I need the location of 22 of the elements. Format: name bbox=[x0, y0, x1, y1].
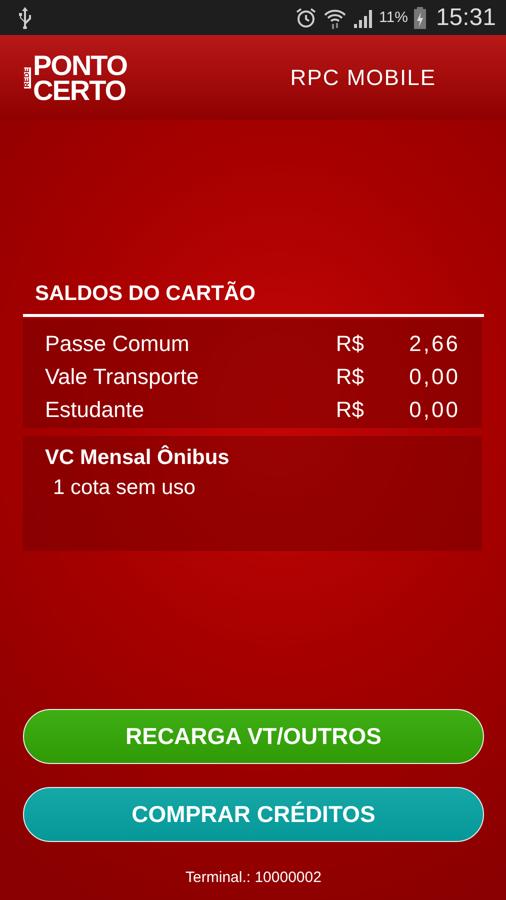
signal-icon bbox=[353, 8, 374, 28]
section-title: SALDOS DO CARTÃO bbox=[23, 282, 484, 317]
clock-time: 15:31 bbox=[436, 4, 496, 32]
balance-amount: 2,66 bbox=[408, 330, 460, 358]
balance-amount: 0,00 bbox=[408, 396, 460, 424]
pass-detail: 1 cota sem uso bbox=[52, 476, 196, 500]
alarm-clock-icon bbox=[295, 6, 318, 28]
app-title: RPC MOBILE bbox=[290, 64, 436, 90]
currency-label: R$ bbox=[336, 330, 364, 358]
currency-label: R$ bbox=[336, 396, 364, 424]
balance-label: Vale Transporte bbox=[45, 363, 200, 391]
recharge-button[interactable]: RECARGA VT/OUTROS bbox=[23, 709, 484, 764]
usb-icon bbox=[18, 6, 32, 28]
pass-title: VC Mensal Ônibus bbox=[45, 446, 230, 470]
balance-label: Estudante bbox=[45, 396, 146, 424]
buy-credits-button[interactable]: COMPRAR CRÉDITOS bbox=[23, 787, 484, 842]
currency-label: R$ bbox=[336, 363, 364, 391]
balance-amount: 0,00 bbox=[408, 363, 460, 391]
balance-label: Passe Comum bbox=[45, 330, 190, 358]
terminal-label: Terminal.: 10000002 bbox=[184, 869, 322, 886]
battery-percent: 11% bbox=[379, 9, 408, 26]
battery-charging-icon bbox=[414, 6, 426, 28]
